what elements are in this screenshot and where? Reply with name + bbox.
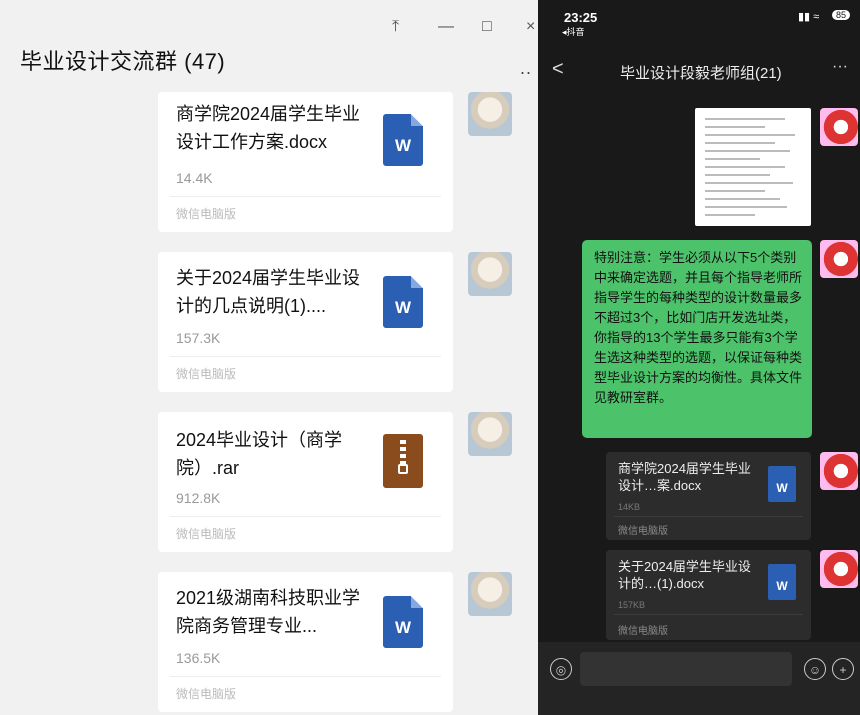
file-name: 2021级湖南科技职业学院商务管理专业... (176, 588, 361, 636)
divider (614, 614, 803, 615)
file-message[interactable]: 关于2024届学生毕业设计的几点说明(1).... W 157.3K 微信电脑版 (158, 252, 453, 392)
file-name: 2024毕业设计（商学院）.rar (176, 430, 343, 478)
avatar[interactable] (468, 412, 512, 456)
pin-icon[interactable]: ⤒ (392, 18, 399, 36)
close-button[interactable]: × (526, 18, 535, 36)
mobile-chat-screen: 23:25 ◂抖音 ▮▮ ≈ 85 < 毕业设计段毅老师组(21) ··· 特别… (538, 0, 860, 715)
chat-title: 毕业设计交流群 (47) (20, 49, 226, 74)
word-file-icon: W (383, 276, 423, 328)
word-file-icon: W (383, 596, 423, 648)
status-time: 23:25 (564, 10, 598, 25)
divider (170, 676, 441, 677)
message-input[interactable] (580, 652, 792, 686)
file-source: 微信电脑版 (176, 687, 237, 701)
avatar[interactable] (468, 252, 512, 296)
file-message[interactable]: 2024毕业设计（商学院）.rar 912.8K 微信电脑版 (158, 412, 453, 552)
desktop-chat-window: 毕业设计交流群 (47) ⤒ — □ × .. 商学院2024届学生毕业设计工作… (0, 0, 538, 715)
maximize-button[interactable]: □ (482, 18, 492, 36)
avatar[interactable] (820, 550, 858, 588)
file-size: 912.8K (176, 490, 221, 506)
minimize-button[interactable]: — (438, 18, 454, 36)
chat-header: < 毕业设计段毅老师组(21) ··· (538, 40, 860, 96)
divider (614, 516, 803, 517)
file-size: 136.5K (176, 650, 221, 666)
battery-icon: 85 (832, 10, 851, 20)
file-message[interactable]: 商学院2024届学生毕业设计…案.docx W 14KB 微信电脑版 (606, 452, 811, 540)
message-text: 特别注意：学生必须从以下5个类别中来确定选题，并且每个指导老师所指导学生的每种类… (594, 250, 803, 405)
file-source: 微信电脑版 (176, 207, 237, 221)
plus-icon[interactable]: + (832, 658, 854, 680)
status-back-app[interactable]: ◂抖音 (562, 25, 585, 38)
back-button[interactable]: < (552, 58, 564, 81)
file-size: 157.3K (176, 330, 221, 346)
avatar[interactable] (820, 452, 858, 490)
file-name: 关于2024届学生毕业设计的…(1).docx (618, 559, 751, 591)
file-name: 商学院2024届学生毕业设计工作方案.docx (176, 104, 361, 152)
avatar[interactable] (468, 572, 512, 616)
file-size: 14KB (618, 502, 641, 512)
file-name: 关于2024届学生毕业设计的几点说明(1).... (176, 268, 361, 316)
avatar[interactable] (820, 240, 858, 278)
word-file-icon: W (383, 114, 423, 166)
file-source: 微信电脑版 (618, 626, 668, 637)
word-file-icon: W (768, 564, 796, 600)
emoji-icon[interactable]: ☺ (804, 658, 826, 680)
input-bar: ◎ ☺ + (538, 642, 860, 715)
document-image-thumbnail[interactable] (695, 108, 811, 226)
voice-icon[interactable]: ◎ (550, 658, 572, 680)
file-name: 商学院2024届学生毕业设计…案.docx (618, 461, 751, 493)
file-message[interactable]: 2021级湖南科技职业学院商务管理专业... W 136.5K 微信电脑版 (158, 572, 453, 712)
more-button[interactable]: ··· (832, 58, 848, 76)
signal-wifi-icon: ▮▮ ≈ (798, 11, 820, 23)
file-source: 微信电脑版 (176, 527, 237, 541)
more-options-button[interactable]: .. (520, 58, 532, 79)
title-bar: 毕业设计交流群 (47) ⤒ — □ × .. (0, 0, 538, 100)
archive-file-icon (383, 434, 423, 488)
group-title: 毕业设计段毅老师组(21) (620, 65, 782, 82)
file-size: 157KB (618, 600, 646, 610)
file-message[interactable]: 关于2024届学生毕业设计的…(1).docx W 157KB 微信电脑版 (606, 550, 811, 640)
divider (170, 196, 441, 197)
avatar[interactable] (820, 108, 858, 146)
divider (170, 516, 441, 517)
file-source: 微信电脑版 (618, 526, 668, 537)
file-source: 微信电脑版 (176, 367, 237, 381)
word-file-icon: W (768, 466, 796, 502)
text-message-bubble[interactable]: 特别注意：学生必须从以下5个类别中来确定选题，并且每个指导老师所指导学生的每种类… (582, 240, 812, 438)
file-message[interactable]: 商学院2024届学生毕业设计工作方案.docx W 14.4K 微信电脑版 (158, 92, 453, 232)
divider (170, 356, 441, 357)
avatar[interactable] (468, 92, 512, 136)
file-size: 14.4K (176, 170, 213, 186)
